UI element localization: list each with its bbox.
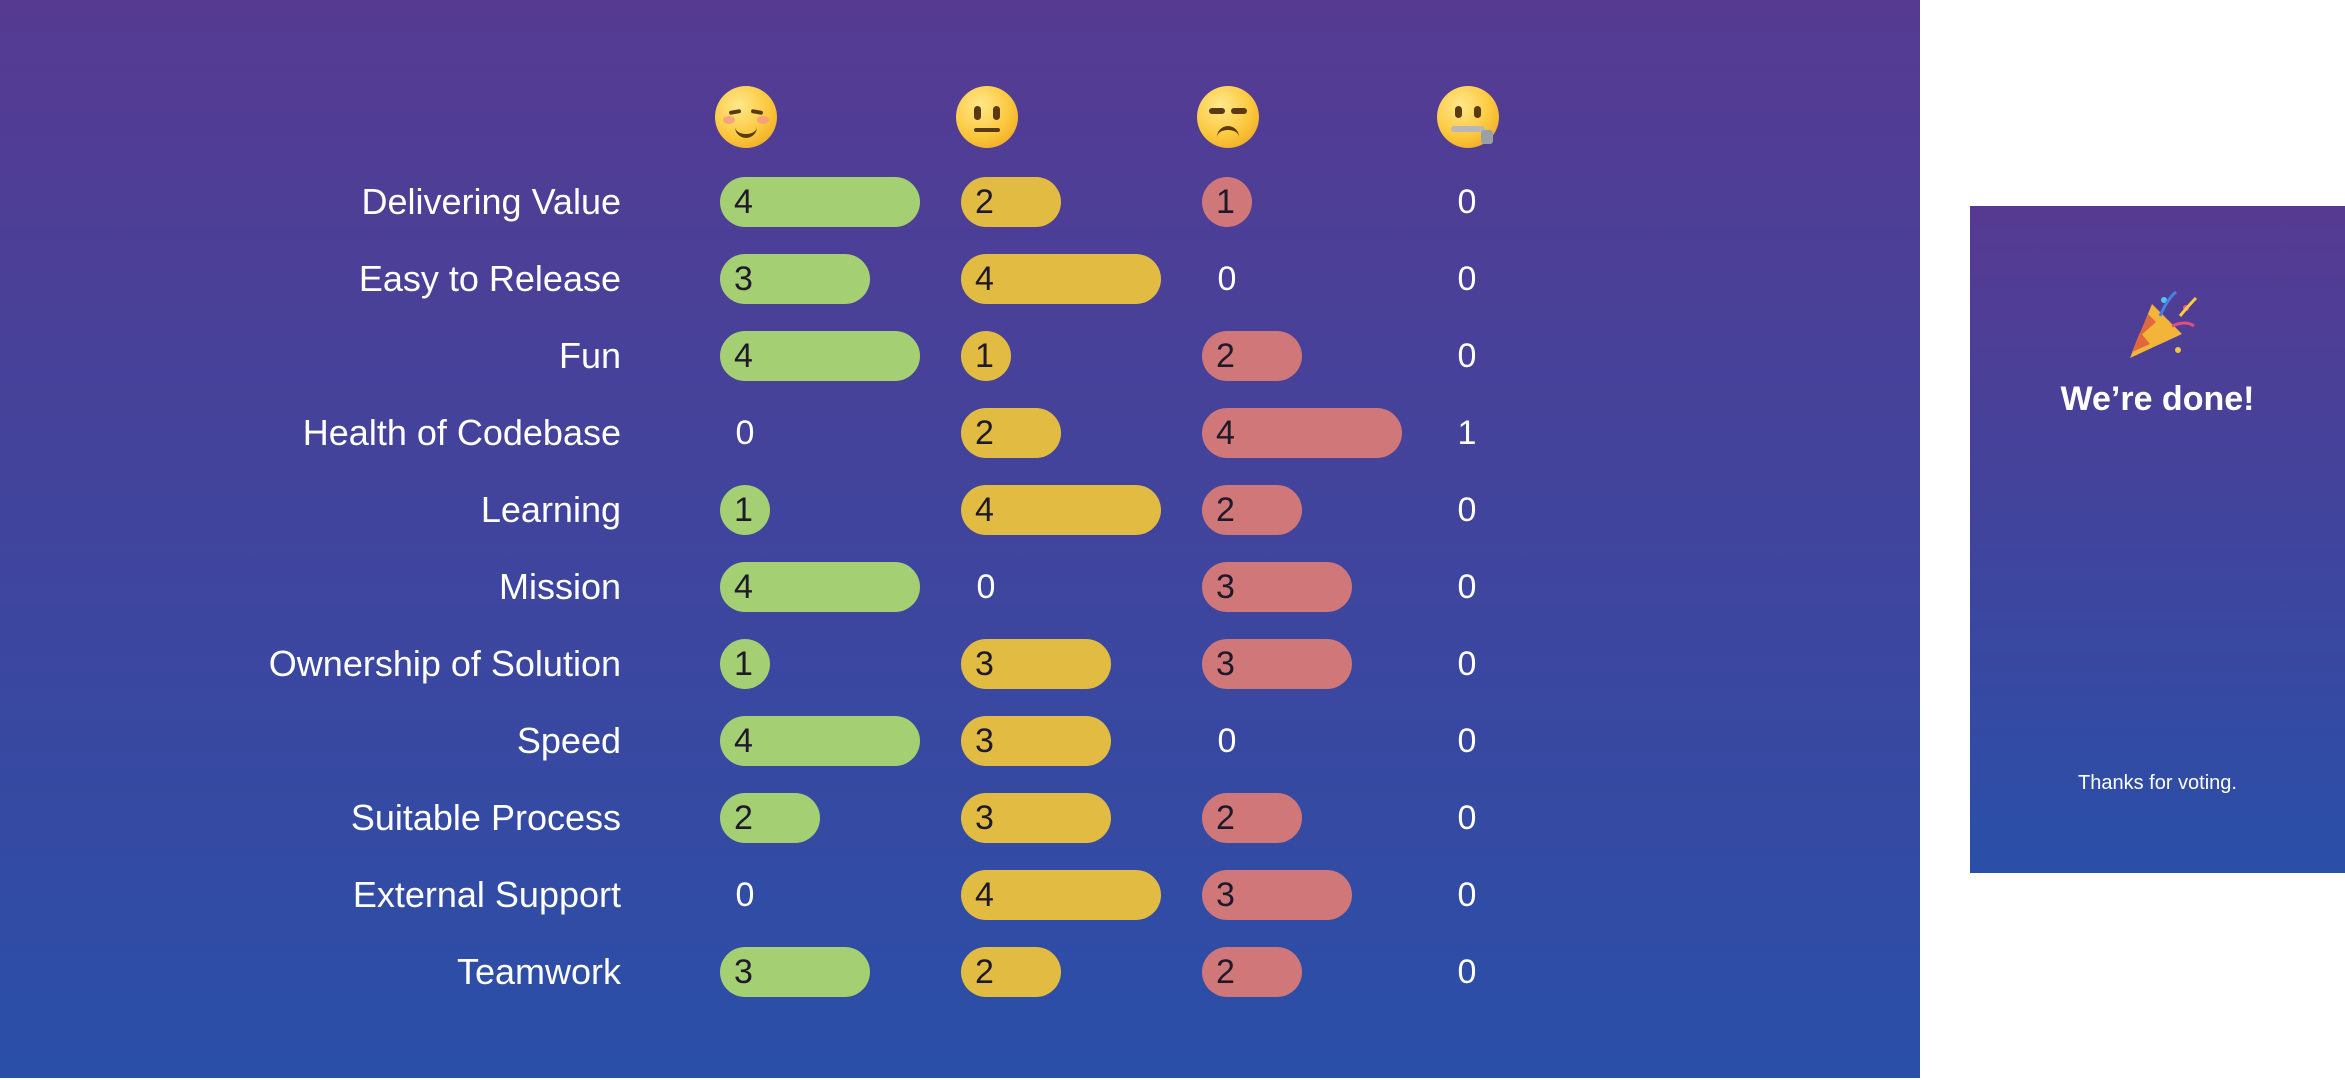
- happy-vote-bar: 0: [735, 876, 755, 914]
- zipped-vote-bar: 0: [1457, 337, 1477, 375]
- zipped-vote-bar: 0: [1457, 183, 1477, 221]
- done-subtitle: Thanks for voting.: [2078, 772, 2237, 794]
- unhappy-vote-bar: 1: [1202, 177, 1252, 227]
- unhappy-vote-bar: 3: [1202, 639, 1352, 689]
- happy-vote-bar: 1: [720, 639, 770, 689]
- row-label: Speed: [516, 720, 621, 761]
- done-title: We’re done!: [2060, 380, 2255, 418]
- happy-vote-bar: 2: [720, 793, 820, 843]
- row-label: Health of Codebase: [302, 412, 621, 453]
- done-card: We’re done! Thanks for voting.: [1970, 206, 2345, 873]
- party-popper-icon: [2130, 290, 2198, 358]
- unhappy-vote-bar: 0: [1217, 260, 1237, 298]
- neutral-vote-bar: 4: [961, 870, 1161, 920]
- row-label: Easy to Release: [358, 258, 621, 299]
- happy-vote-bar: 4: [720, 177, 920, 227]
- neutral-vote-bar: 2: [961, 177, 1061, 227]
- row-label: Mission: [498, 566, 621, 607]
- neutral-vote-bar: 3: [961, 716, 1111, 766]
- neutral-face-emoji-icon: [956, 86, 1018, 148]
- zipped-vote-bar: 1: [1457, 414, 1477, 452]
- row-label: Teamwork: [456, 951, 621, 992]
- unhappy-vote-bar: 0: [1217, 722, 1237, 760]
- happy-vote-bar: 4: [720, 562, 920, 612]
- unhappy-vote-bar: 3: [1202, 870, 1352, 920]
- neutral-vote-bar: 4: [961, 254, 1161, 304]
- row-label: Ownership of Solution: [268, 643, 621, 684]
- neutral-vote-bar: 1: [961, 331, 1011, 381]
- zipped-vote-bar: 0: [1457, 876, 1477, 914]
- smiling-blush-emoji-icon: [715, 86, 777, 148]
- happy-vote-bar: 4: [720, 331, 920, 381]
- zipped-vote-bar: 0: [1457, 722, 1477, 760]
- zipped-vote-bar: 0: [1457, 491, 1477, 529]
- row-label: External Support: [352, 874, 621, 915]
- zipped-vote-bar: 0: [1457, 645, 1477, 683]
- zipped-vote-bar: 0: [1457, 260, 1477, 298]
- happy-vote-bar: 3: [720, 947, 870, 997]
- row-label: Learning: [480, 489, 621, 530]
- row-label: Delivering Value: [361, 181, 621, 222]
- unhappy-vote-bar: 2: [1202, 485, 1302, 535]
- happy-vote-bar: 0: [735, 414, 755, 452]
- row-label: Fun: [558, 335, 621, 376]
- unhappy-vote-bar: 4: [1202, 408, 1402, 458]
- unhappy-vote-bar: 2: [1202, 947, 1302, 997]
- results-panel: Delivering Value 4 2 1 0 Easy to Release 3 4 0 0 F…: [0, 0, 1920, 1078]
- zipped-vote-bar: 0: [1457, 953, 1477, 991]
- neutral-vote-bar: 2: [961, 947, 1061, 997]
- unamused-face-emoji-icon: [1197, 86, 1259, 148]
- zipper-mouth-emoji-icon: [1437, 86, 1499, 148]
- zipped-vote-bar: 0: [1457, 799, 1477, 837]
- happy-vote-bar: 1: [720, 485, 770, 535]
- neutral-vote-bar: 0: [976, 568, 996, 606]
- zipped-vote-bar: 0: [1457, 568, 1477, 606]
- neutral-vote-bar: 4: [961, 485, 1161, 535]
- unhappy-vote-bar: 3: [1202, 562, 1352, 612]
- happy-vote-bar: 4: [720, 716, 920, 766]
- neutral-vote-bar: 2: [961, 408, 1061, 458]
- unhappy-vote-bar: 2: [1202, 793, 1302, 843]
- row-label: Suitable Process: [350, 797, 621, 838]
- happy-vote-bar: 3: [720, 254, 870, 304]
- neutral-vote-bar: 3: [961, 793, 1111, 843]
- unhappy-vote-bar: 2: [1202, 331, 1302, 381]
- neutral-vote-bar: 3: [961, 639, 1111, 689]
